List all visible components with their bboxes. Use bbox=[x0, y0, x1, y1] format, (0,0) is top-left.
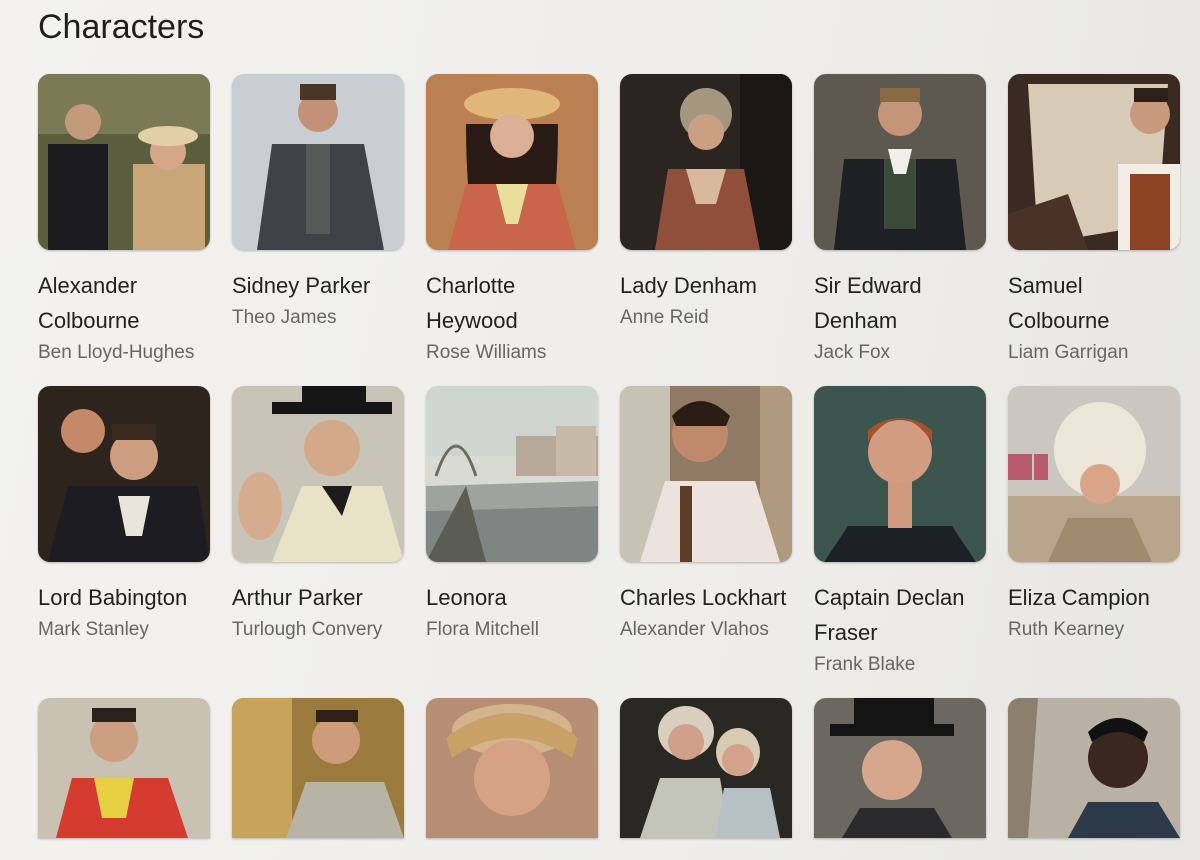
character-photo bbox=[1008, 74, 1180, 250]
character-photo bbox=[232, 74, 404, 250]
character-photo bbox=[814, 386, 986, 562]
character-name: Alexander Colbourne bbox=[38, 273, 140, 333]
character-photo bbox=[232, 386, 404, 562]
character-name: Leonora bbox=[426, 585, 507, 610]
character-card[interactable] bbox=[38, 698, 216, 838]
character-photo bbox=[38, 74, 210, 250]
characters-grid: Alexander Colbourne Ben Lloyd-Hughes Sid… bbox=[38, 74, 1188, 838]
actor-name: Flora Mitchell bbox=[426, 619, 539, 640]
actor-name: Theo James bbox=[232, 307, 337, 328]
character-photo bbox=[814, 698, 986, 838]
character-photo bbox=[814, 74, 986, 250]
character-card[interactable]: Eliza Campion Ruth Kearney bbox=[1008, 386, 1186, 676]
character-card[interactable] bbox=[426, 698, 604, 838]
character-name: Charles Lockhart bbox=[620, 585, 787, 610]
character-card[interactable]: Charles Lockhart Alexander Vlahos bbox=[620, 386, 798, 676]
character-name: Samuel Colbourne bbox=[1008, 273, 1110, 333]
character-name: Captain Declan Fraser bbox=[814, 585, 965, 645]
character-photo bbox=[426, 74, 598, 250]
character-photo bbox=[232, 698, 404, 838]
character-card[interactable]: Sir Edward Denham Jack Fox bbox=[814, 74, 992, 364]
character-card[interactable]: Alexander Colbourne Ben Lloyd-Hughes bbox=[38, 74, 216, 364]
character-name: Charlotte Heywood bbox=[426, 273, 518, 333]
character-card[interactable] bbox=[232, 698, 410, 838]
character-card[interactable] bbox=[814, 698, 992, 838]
character-photo bbox=[1008, 386, 1180, 562]
actor-name: Liam Garrigan bbox=[1008, 342, 1129, 363]
character-photo bbox=[426, 386, 598, 562]
actor-name: Ben Lloyd-Hughes bbox=[38, 342, 195, 363]
character-photo bbox=[620, 386, 792, 562]
character-photo bbox=[620, 74, 792, 250]
actor-name: Ruth Kearney bbox=[1008, 619, 1125, 640]
character-photo bbox=[38, 698, 210, 838]
character-card[interactable]: Arthur Parker Turlough Convery bbox=[232, 386, 410, 676]
character-card[interactable]: Lady Denham Anne Reid bbox=[620, 74, 798, 364]
actor-name: Rose Williams bbox=[426, 342, 547, 363]
character-card[interactable]: Leonora Flora Mitchell bbox=[426, 386, 604, 676]
character-name: Eliza Campion bbox=[1008, 585, 1150, 610]
character-name: Sidney Parker bbox=[232, 273, 371, 298]
character-card[interactable]: Samuel Colbourne Liam Garrigan bbox=[1008, 74, 1186, 364]
actor-name: Turlough Convery bbox=[232, 619, 383, 640]
character-photo bbox=[38, 386, 210, 562]
character-card[interactable]: Sidney Parker Theo James bbox=[232, 74, 410, 364]
character-name: Lady Denham bbox=[620, 273, 757, 298]
character-photo bbox=[1008, 698, 1180, 838]
character-name: Lord Babington bbox=[38, 585, 188, 610]
character-card[interactable] bbox=[1008, 698, 1186, 838]
character-card[interactable]: Charlotte Heywood Rose Williams bbox=[426, 74, 604, 364]
character-card[interactable]: Lord Babington Mark Stanley bbox=[38, 386, 216, 676]
character-photo bbox=[620, 698, 792, 838]
actor-name: Alexander Vlahos bbox=[620, 619, 769, 640]
character-card[interactable] bbox=[620, 698, 798, 838]
section-title: Characters bbox=[38, 8, 205, 46]
character-name: Arthur Parker bbox=[232, 585, 363, 610]
character-name: Sir Edward Denham bbox=[814, 273, 922, 333]
actor-name: Mark Stanley bbox=[38, 619, 149, 640]
actor-name: Frank Blake bbox=[814, 654, 916, 675]
character-card[interactable]: Captain Declan Fraser Frank Blake bbox=[814, 386, 992, 676]
actor-name: Anne Reid bbox=[620, 307, 709, 328]
actor-name: Jack Fox bbox=[814, 342, 891, 363]
page: { "section": { "title": "Characters" }, … bbox=[0, 0, 1200, 860]
character-photo bbox=[426, 698, 598, 838]
